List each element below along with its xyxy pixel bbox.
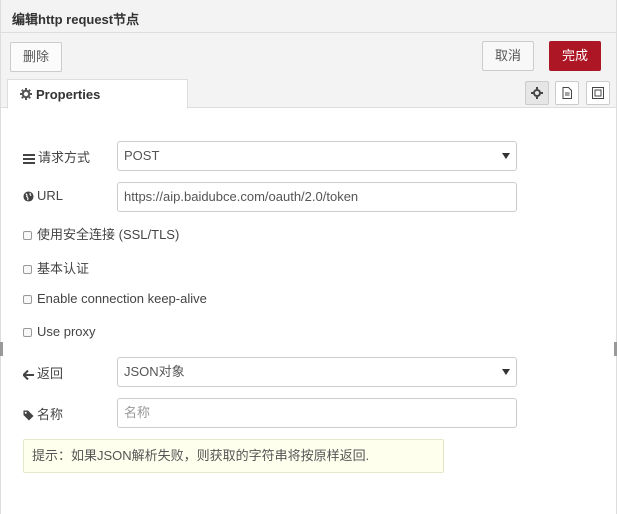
json-parse-tip: 提示：如果JSON解析失败，则获取的字符串将按原样返回. [23,439,444,473]
delete-button[interactable]: 删除 [10,42,62,72]
left-resize-handle[interactable] [0,342,3,356]
chevron-down-icon [502,153,510,159]
chevron-down-icon [502,369,510,375]
tray-header: 编辑http request节点 [1,0,616,33]
method-label: 请求方式 [23,147,90,166]
list-icon [23,154,35,164]
node-properties-tab-button[interactable] [525,81,549,105]
url-label: URL [23,188,63,203]
use-proxy-label: Use proxy [37,324,96,339]
arrow-left-icon [22,369,34,381]
return-select-value: JSON对象 [124,364,185,379]
basic-auth-label: 基本认证 [37,261,90,276]
tls-checkbox[interactable] [23,231,32,240]
tray-title: 编辑http request节点 [12,12,140,27]
globe-icon [23,191,34,202]
name-label: 名称 [23,404,63,423]
node-description-tab-button[interactable] [555,81,579,105]
tray-toolbar: 删除 取消 完成 [1,33,616,75]
done-button[interactable]: 完成 [549,41,601,71]
method-select[interactable]: POST [117,141,517,171]
cancel-button[interactable]: 取消 [482,41,534,71]
tab-bar: Properties [1,75,616,109]
tab-properties-label: Properties [36,87,101,102]
url-input-value: https://aip.baidubce.com/oauth/2.0/token [124,189,359,204]
basic-auth-checkbox[interactable] [23,265,32,274]
keep-alive-checkbox[interactable] [23,295,32,304]
basic-auth-option: 基本认证 [23,258,89,277]
use-proxy-checkbox[interactable] [23,328,32,337]
gear-icon [531,87,543,99]
keep-alive-option: Enable connection keep-alive [23,291,207,306]
name-input[interactable]: 名称 [117,398,517,428]
use-proxy-option: Use proxy [23,324,96,339]
tls-label: 使用安全连接 (SSL/TLS) [37,227,180,242]
tls-option: 使用安全连接 (SSL/TLS) [23,224,179,243]
return-label: 返回 [22,363,63,382]
tag-icon [23,410,34,421]
tab-properties[interactable]: Properties [7,79,188,109]
node-appearance-tab-button[interactable] [586,81,610,105]
edit-node-tray: 编辑http request节点 删除 取消 完成 Properties 请求方… [0,0,617,514]
return-select[interactable]: JSON对象 [117,357,517,387]
gear-icon [20,88,32,100]
url-input[interactable]: https://aip.baidubce.com/oauth/2.0/token [117,182,517,212]
name-input-placeholder: 名称 [124,405,151,420]
method-select-value: POST [124,148,160,163]
frame-icon [592,87,604,99]
document-icon [562,87,572,99]
keep-alive-label: Enable connection keep-alive [37,291,207,306]
